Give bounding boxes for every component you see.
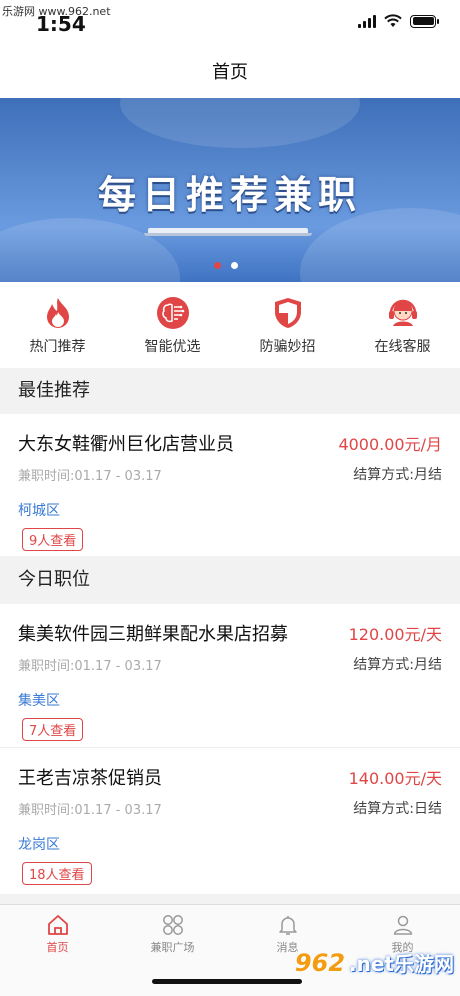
job-settlement: 结算方式:月结 <box>353 657 442 673</box>
navigation-bar: 首页 <box>0 44 460 98</box>
watermark-text: 乐游网 www.962.net <box>2 5 111 18</box>
job-area: 柯城区 <box>18 503 60 519</box>
laptop-illustration <box>144 228 312 236</box>
headset-icon <box>388 299 417 326</box>
job-card[interactable]: 集美软件园三期鲜果配水果店招募 120.00元/天 兼职时间:01.17 - 0… <box>0 604 460 747</box>
view-count-badge: 7人查看 <box>22 718 84 741</box>
user-icon <box>393 915 412 935</box>
tab-label: 首页 <box>46 941 69 954</box>
bell-icon <box>278 916 297 935</box>
job-title: 集美软件园三期鲜果配水果店招募 <box>18 624 288 645</box>
job-area: 集美区 <box>18 693 60 709</box>
carousel-dots[interactable] <box>214 262 238 269</box>
quick-links: 热门推荐 智能优选 防骗妙招 在线客服 <box>0 282 460 368</box>
page-title: 首页 <box>212 62 248 83</box>
watermark-text: .net乐游网 <box>349 952 454 976</box>
quick-link-label: 在线客服 <box>374 339 431 355</box>
job-pay: 120.00元/天 <box>348 625 442 644</box>
wifi-icon <box>384 14 402 27</box>
quick-link-hot[interactable]: 热门推荐 <box>0 282 115 368</box>
quick-link-service[interactable]: 在线客服 <box>345 282 460 368</box>
section-title-best: 最佳推荐 <box>0 368 460 414</box>
job-settlement: 结算方式:日结 <box>353 801 442 817</box>
carousel-dot-active[interactable] <box>214 262 221 269</box>
job-title: 大东女鞋衢州巨化店营业员 <box>18 434 234 455</box>
home-icon <box>47 915 68 935</box>
status-icons <box>358 14 439 28</box>
job-time: 兼职时间:01.17 - 03.17 <box>18 803 162 818</box>
quick-link-label: 智能优选 <box>144 339 201 355</box>
watermark-logo: 962 .net乐游网 <box>295 948 454 977</box>
tab-home[interactable]: 首页 <box>0 905 115 996</box>
job-settlement: 结算方式:月结 <box>353 467 442 483</box>
job-card[interactable]: 大东女鞋衢州巨化店营业员 4000.00元/月 兼职时间:01.17 - 03.… <box>0 414 460 556</box>
tab-label: 兼职广场 <box>150 941 195 954</box>
quick-link-label: 防骗妙招 <box>259 339 316 355</box>
section-title-today: 今日职位 <box>0 557 460 603</box>
cloud-decoration <box>300 208 460 282</box>
grid-circles-icon <box>162 915 183 935</box>
view-count-badge: 9人查看 <box>22 528 84 551</box>
quick-link-antifraud[interactable]: 防骗妙招 <box>230 282 345 368</box>
job-time: 兼职时间:01.17 - 03.17 <box>18 659 162 674</box>
flame-icon <box>46 298 69 328</box>
watermark-number: 962 <box>294 948 346 977</box>
view-count-badge: 18人查看 <box>22 862 92 885</box>
job-pay: 4000.00元/月 <box>338 435 442 454</box>
banner-carousel[interactable]: 每日推荐兼职 <box>0 98 460 282</box>
brain-chip-icon <box>156 297 189 329</box>
job-pay: 140.00元/天 <box>348 769 442 788</box>
banner-headline: 每日推荐兼职 <box>97 172 362 217</box>
job-time: 兼职时间:01.17 - 03.17 <box>18 469 162 484</box>
job-title: 王老吉凉茶促销员 <box>18 768 162 789</box>
shield-icon <box>274 298 301 328</box>
quick-link-smart[interactable]: 智能优选 <box>115 282 230 368</box>
carousel-dot[interactable] <box>231 262 238 269</box>
quick-link-label: 热门推荐 <box>29 339 86 355</box>
cloud-decoration <box>120 98 360 148</box>
job-card[interactable]: 王老吉凉茶促销员 140.00元/天 兼职时间:01.17 - 03.17 结算… <box>0 748 460 894</box>
job-area: 龙岗区 <box>18 837 60 853</box>
battery-icon <box>410 14 439 28</box>
home-indicator <box>152 979 302 984</box>
cellular-signal-icon <box>358 14 376 28</box>
